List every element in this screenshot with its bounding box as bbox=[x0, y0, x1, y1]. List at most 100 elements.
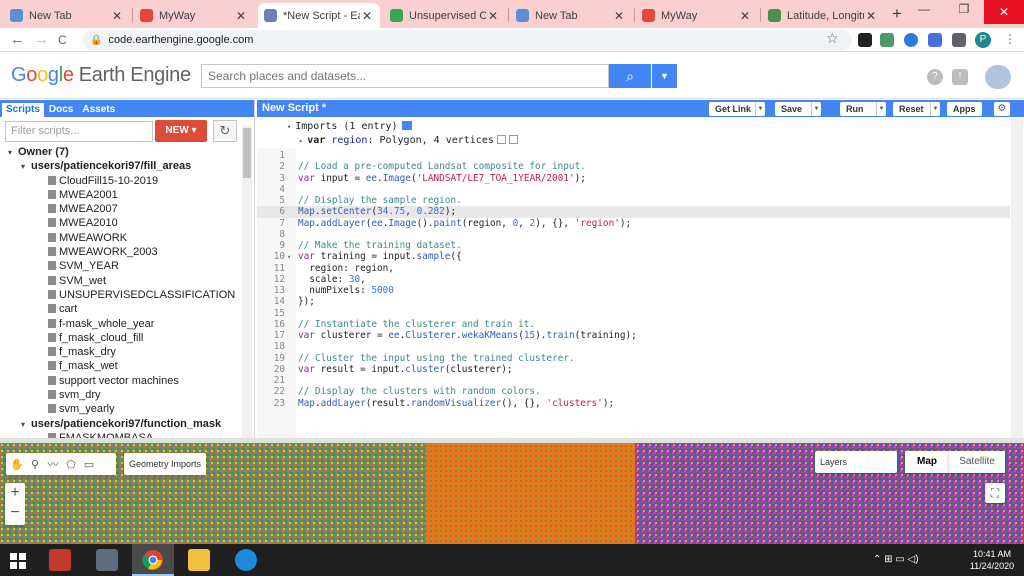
code-line[interactable]: 20 var result = input.cluster(clusterer)… bbox=[257, 364, 1010, 375]
code-line[interactable]: 21 bbox=[257, 375, 1010, 386]
script-file-item[interactable]: UNSUPERVISEDCLASSIFICATION bbox=[0, 288, 240, 302]
code-line[interactable]: 14 }); bbox=[257, 296, 1010, 307]
tab-close-icon[interactable]: ✕ bbox=[486, 9, 500, 23]
tab-close-icon[interactable]: ✕ bbox=[612, 9, 626, 23]
extension-icon[interactable] bbox=[880, 33, 894, 47]
script-file-item[interactable]: MWEA2010 bbox=[0, 216, 240, 230]
tab-docs[interactable]: Docs bbox=[45, 103, 77, 117]
system-tray-icons[interactable]: ⌃ ⊞ ▭ ◁) bbox=[873, 554, 919, 565]
code-line[interactable]: 13 numPixels: 5000 bbox=[257, 285, 1010, 296]
code-line[interactable]: 18 bbox=[257, 341, 1010, 352]
back-button[interactable]: ← bbox=[10, 31, 25, 48]
minimize-button[interactable]: — bbox=[904, 2, 944, 16]
close-window-button[interactable]: ✕ bbox=[984, 0, 1024, 24]
window-app-icon[interactable] bbox=[96, 549, 118, 571]
google-earth-engine-logo[interactable]: Google Earth Engine bbox=[11, 64, 191, 87]
satellite-type-button[interactable]: Satellite bbox=[949, 451, 1005, 473]
edge-browser-icon[interactable] bbox=[235, 549, 257, 571]
restore-button[interactable]: ❐ bbox=[944, 2, 984, 16]
tab-close-icon[interactable]: ✕ bbox=[360, 9, 374, 23]
layers-button[interactable]: Layers bbox=[815, 451, 897, 473]
script-file-item[interactable]: cart bbox=[0, 302, 240, 316]
browser-tab[interactable]: Latitude, Longitude ✕ bbox=[762, 3, 884, 28]
import-variable-name[interactable]: region bbox=[331, 135, 367, 146]
code-line[interactable]: 2 // Load a pre-computed Landsat composi… bbox=[257, 161, 1010, 172]
code-line[interactable]: 16 // Instantiate the clusterer and trai… bbox=[257, 319, 1010, 330]
profile-avatar[interactable]: P bbox=[975, 32, 991, 48]
file-explorer-icon[interactable] bbox=[188, 549, 210, 571]
script-file-item[interactable]: svm_yearly bbox=[0, 402, 240, 416]
code-line[interactable]: 3 var input = ee.Image('LANDSAT/LE7_TOA_… bbox=[257, 173, 1010, 184]
fullscreen-icon[interactable]: ⛶ bbox=[985, 483, 1005, 503]
scripts-scrollbar[interactable] bbox=[242, 126, 252, 438]
tab-close-icon[interactable]: ✕ bbox=[864, 9, 878, 23]
script-folder-item[interactable]: ▾ users/patiencekori97/fill_areas bbox=[0, 159, 240, 173]
zoom-in-button[interactable]: + bbox=[5, 483, 25, 503]
browser-tab[interactable]: MyWay ✕ bbox=[636, 3, 758, 28]
extensions-puzzle-icon[interactable] bbox=[952, 33, 966, 47]
tab-close-icon[interactable]: ✕ bbox=[234, 9, 248, 23]
tree-toggle-icon[interactable]: ▾ bbox=[21, 160, 31, 174]
import-delete-icon[interactable] bbox=[508, 135, 518, 144]
extension-icon[interactable] bbox=[928, 33, 942, 47]
refresh-icon[interactable]: ↻ bbox=[213, 120, 237, 142]
panel-splitter[interactable] bbox=[0, 438, 1024, 443]
browser-menu-icon[interactable]: ⋮ bbox=[1004, 32, 1016, 46]
code-line[interactable]: 1 bbox=[257, 150, 1010, 161]
script-file-item[interactable]: f_mask_wet bbox=[0, 359, 240, 373]
extension-icon[interactable] bbox=[904, 33, 918, 47]
browser-tab[interactable]: Unsupervised Class ✕ bbox=[384, 3, 506, 28]
reload-button[interactable]: C bbox=[58, 33, 67, 47]
code-line[interactable]: 6 Map.setCenter(34.75, 0.282); bbox=[257, 206, 1010, 218]
code-line[interactable]: 10 ▾ var training = input.sample({ bbox=[257, 251, 1010, 262]
apps-button[interactable]: Apps bbox=[947, 102, 982, 116]
import-toggle-icon[interactable]: ▸ bbox=[299, 137, 303, 145]
code-line[interactable]: 17 var clusterer = ee.Clusterer.wekaKMea… bbox=[257, 330, 1010, 341]
forward-button[interactable]: → bbox=[34, 31, 49, 48]
code-line[interactable]: 7 Map.addLayer(ee.Image().paint(region, … bbox=[257, 218, 1010, 229]
draw-point-icon[interactable]: ⚲ bbox=[28, 458, 42, 471]
new-tab-button[interactable]: + bbox=[892, 4, 902, 24]
code-line[interactable]: 9 // Make the training dataset. bbox=[257, 240, 1010, 251]
editor-scrollbar[interactable] bbox=[1011, 119, 1023, 440]
bookmark-star-icon[interactable]: ☆ bbox=[826, 30, 839, 47]
code-line[interactable]: 22 // Display the clusters with random c… bbox=[257, 386, 1010, 397]
import-show-icon[interactable] bbox=[496, 135, 506, 144]
draw-polygon-icon[interactable]: ⬠ bbox=[64, 458, 78, 471]
code-area[interactable]: 1 2 // Load a pre-computed Landsat compo… bbox=[257, 148, 1010, 440]
tree-toggle-icon[interactable]: ▾ bbox=[21, 418, 31, 432]
script-file-item[interactable]: support vector machines bbox=[0, 374, 240, 388]
account-avatar[interactable] bbox=[985, 65, 1011, 89]
tab-assets[interactable]: Assets bbox=[78, 103, 119, 117]
script-file-item[interactable]: f_mask_cloud_fill bbox=[0, 331, 240, 345]
code-line[interactable]: 19 // Cluster the input using the traine… bbox=[257, 353, 1010, 364]
browser-tab[interactable]: New Tab ✕ bbox=[510, 3, 632, 28]
code-line[interactable]: 23 Map.addLayer(result.randomVisualizer(… bbox=[257, 398, 1010, 409]
geometry-imports-button[interactable]: Geometry Imports bbox=[124, 453, 206, 475]
browser-tab[interactable]: MyWay ✕ bbox=[134, 3, 254, 28]
run-button[interactable]: Run ▼ bbox=[840, 102, 886, 116]
code-line[interactable]: 15 bbox=[257, 308, 1010, 319]
search-input[interactable]: Search places and datasets... bbox=[201, 64, 609, 88]
tab-scripts[interactable]: Scripts bbox=[2, 103, 44, 117]
browser-tab-active[interactable]: *New Script - Earth ✕ bbox=[258, 3, 380, 28]
notifications-icon[interactable]: ! bbox=[952, 69, 968, 85]
script-file-item[interactable]: SVM_YEAR bbox=[0, 259, 240, 273]
settings-gear-icon[interactable]: ⚙ bbox=[994, 102, 1010, 116]
code-line[interactable]: 12 scale: 30, bbox=[257, 274, 1010, 285]
script-file-item[interactable]: MWEAWORK bbox=[0, 231, 240, 245]
help-icon[interactable]: ? bbox=[927, 69, 943, 85]
script-file-item[interactable]: SVM_wet bbox=[0, 274, 240, 288]
script-file-item[interactable]: f-mask_whole_year bbox=[0, 317, 240, 331]
url-bar[interactable]: 🔒 code.earthengine.google.com bbox=[82, 30, 852, 50]
get-link-button[interactable]: Get Link ▼ bbox=[709, 102, 765, 116]
imports-toggle-icon[interactable]: ▾ bbox=[287, 123, 291, 131]
code-line[interactable]: 5 // Display the sample region. bbox=[257, 195, 1010, 206]
tv-app-icon[interactable] bbox=[49, 549, 71, 571]
script-file-item[interactable]: f_mask_dry bbox=[0, 345, 240, 359]
windows-start-icon[interactable] bbox=[10, 553, 26, 569]
filter-scripts-input[interactable]: Filter scripts... bbox=[5, 121, 153, 142]
browser-tab[interactable]: New Tab ✕ bbox=[4, 3, 130, 28]
save-button[interactable]: Save ▼ bbox=[775, 102, 821, 116]
new-button[interactable]: NEW ▾ bbox=[155, 120, 207, 142]
